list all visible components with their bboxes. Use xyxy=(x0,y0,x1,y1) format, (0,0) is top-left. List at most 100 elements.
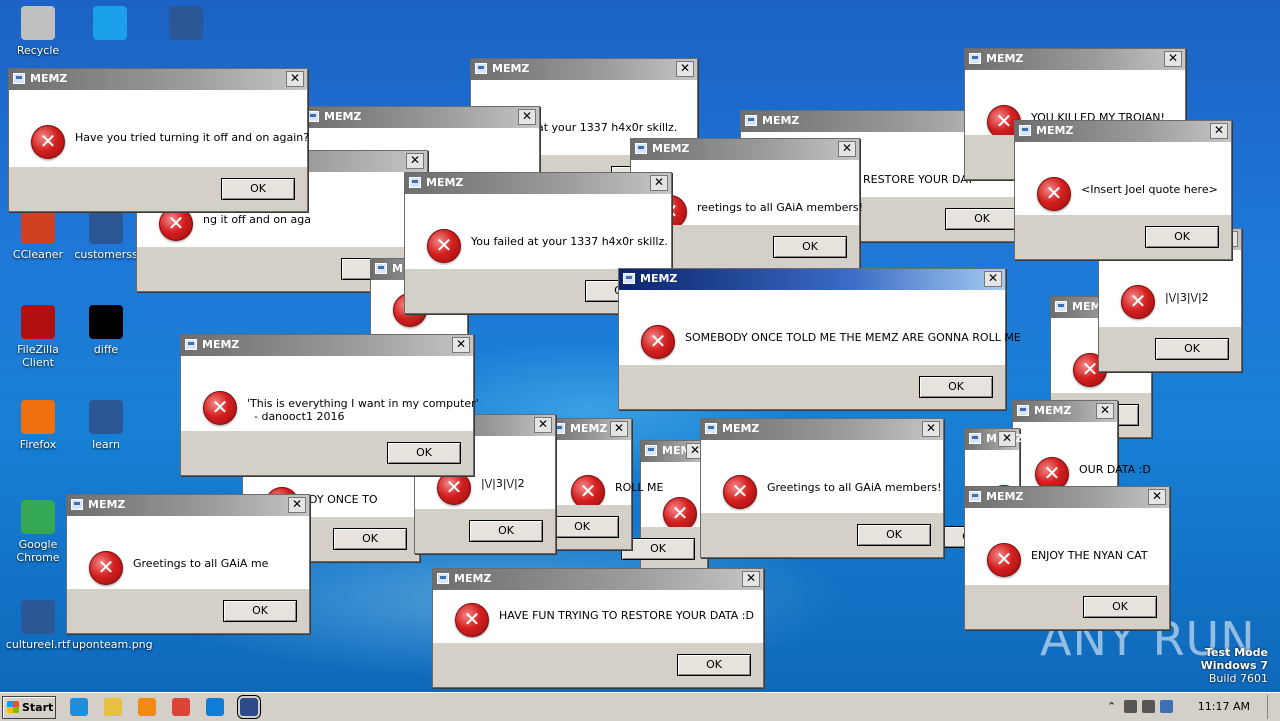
dialog-message: SOMEBODY ONCE TOLD ME THE MEMZ ARE GONNA… xyxy=(685,331,1021,344)
close-icon[interactable]: ✕ xyxy=(1148,489,1166,505)
close-icon[interactable]: ✕ xyxy=(286,71,304,87)
dialog-titlebar[interactable]: MEMZ✕ xyxy=(641,441,707,462)
ok-button[interactable]: OK xyxy=(1155,338,1229,360)
close-icon[interactable]: ✕ xyxy=(534,417,552,433)
ok-button[interactable]: OK xyxy=(945,208,1019,230)
desktop-icon[interactable] xyxy=(72,6,148,44)
close-icon[interactable]: ✕ xyxy=(742,571,760,587)
show-hidden-icon[interactable]: ⌃ xyxy=(1107,700,1120,713)
desktop-icon[interactable]: Google Chrome xyxy=(0,500,76,564)
dialog-titlebar[interactable]: MEMZ✕ xyxy=(405,173,671,194)
memz-dialog[interactable]: MEMZ ✕ ✕ 'This is everything I want in my c… xyxy=(180,334,479,476)
ok-button[interactable]: OK xyxy=(1145,226,1219,248)
memz-dialog[interactable]: MEMZ ✕ ✕ ENJOY THE NYAN CAT OK xyxy=(964,486,1170,630)
memz-dialog[interactable]: MEMZ ✕ ✕ Greetings to all GAiA members! OK xyxy=(700,418,944,558)
dialog-titlebar[interactable]: MEMZ✕ xyxy=(181,335,473,356)
media-icon[interactable] xyxy=(138,698,156,716)
ok-button[interactable]: OK xyxy=(469,520,543,542)
close-icon[interactable]: ✕ xyxy=(288,497,306,513)
dialog-titlebar[interactable]: MEMZ✕ xyxy=(965,487,1169,508)
dialog-footer: OK xyxy=(621,527,707,571)
app-icon xyxy=(409,177,421,188)
close-icon[interactable]: ✕ xyxy=(984,271,1002,287)
desktop-icon[interactable]: Firefox xyxy=(0,400,76,451)
close-icon[interactable]: ✕ xyxy=(650,175,668,191)
dialog-footer: OK xyxy=(619,365,1005,409)
desktop-icon[interactable]: cultureel.rtf xyxy=(0,600,76,651)
close-icon[interactable]: ✕ xyxy=(1164,51,1182,67)
desktop-icon[interactable]: diffe xyxy=(68,305,144,356)
flag-icon[interactable] xyxy=(1124,700,1137,713)
edge-icon[interactable] xyxy=(206,698,224,716)
dialog-titlebar[interactable]: MEMZ✕ xyxy=(1015,121,1231,142)
memz-dialog[interactable]: MEMZ✕✕TIME xD OK xyxy=(621,440,752,572)
app-icon xyxy=(969,433,981,444)
chrome-icon[interactable] xyxy=(172,698,190,716)
close-icon[interactable]: ✕ xyxy=(838,141,856,157)
ok-button[interactable]: OK xyxy=(919,376,993,398)
memz-dialog[interactable]: MEMZ ✕ ✕ Greetings to all GAiA me OK xyxy=(66,494,310,634)
ok-button[interactable]: OK xyxy=(221,178,295,200)
ok-button[interactable]: OK xyxy=(223,600,297,622)
memz-dialog[interactable]: MEMZ ✕ ✕ <Insert Joel quote here> OK xyxy=(1014,120,1232,260)
dialog-titlebar[interactable]: MEMZ✕ xyxy=(965,49,1185,70)
dialog-titlebar[interactable]: MEMZ ✕ xyxy=(619,269,1005,290)
ok-button[interactable]: OK xyxy=(677,654,751,676)
error-icon: ✕ xyxy=(455,603,489,637)
dialog-titlebar[interactable]: MEMZ✕ xyxy=(1013,401,1117,422)
windows-logo-icon xyxy=(7,701,19,713)
desktop-icon[interactable]: customerss xyxy=(68,210,144,261)
dialog-titlebar[interactable]: MEMZ✕ xyxy=(471,59,697,80)
close-icon[interactable]: ✕ xyxy=(610,421,628,437)
memz-dialog[interactable]: MEMZ ✕ ✕ Have you tried turning it off and … xyxy=(8,68,309,212)
ok-button[interactable]: OK xyxy=(773,236,847,258)
desktop-icon[interactable]: FileZilla Client xyxy=(0,305,76,369)
dialog-body: ✕ Greetings to all GAiA members! xyxy=(701,441,943,513)
dialog-titlebar[interactable]: MEMZ✕ xyxy=(965,429,1023,450)
explorer-icon[interactable] xyxy=(104,698,122,716)
dialog-titlebar[interactable]: MEMZ✕ xyxy=(9,69,307,90)
desktop-icon[interactable]: learn xyxy=(68,400,144,451)
dialog-titlebar[interactable]: MEMZ✕ xyxy=(433,569,763,590)
memz-icon[interactable] xyxy=(237,695,261,719)
close-icon[interactable]: ✕ xyxy=(676,61,694,77)
test-mode-label: Test Mode xyxy=(1205,646,1268,659)
desktop-icon[interactable]: CCleaner xyxy=(0,210,76,261)
dialog-titlebar[interactable]: MEMZ✕ xyxy=(631,139,859,160)
close-icon[interactable]: ✕ xyxy=(406,153,424,169)
memz-dialog[interactable]: MEMZ ✕ ✕ SOMEBODY ONCE TOLD ME THE MEMZ ARE… xyxy=(618,268,1021,410)
close-icon[interactable]: ✕ xyxy=(1096,403,1114,419)
memz-dialog[interactable]: MEMZ ✕ ✕ ROLL ME OK xyxy=(545,418,664,550)
dialog-message: ROLL ME xyxy=(615,481,664,494)
close-icon[interactable]: ✕ xyxy=(998,431,1016,447)
ie-icon[interactable] xyxy=(70,698,88,716)
dialog-footer: OK xyxy=(701,513,943,557)
dialog-title: MEMZ xyxy=(640,272,678,285)
clock[interactable]: 11:17 AM xyxy=(1198,700,1250,713)
close-icon[interactable]: ✕ xyxy=(518,109,536,125)
dialog-body: ✕ You failed at your 1337 h4x0r skillz. xyxy=(405,195,671,269)
memz-dialog[interactable]: MEMZ ✕ ✕ HAVE FUN TRYING TO RESTORE YOUR DA… xyxy=(432,568,764,688)
error-icon: ✕ xyxy=(89,551,123,585)
dialog-titlebar[interactable]: MEMZ✕ xyxy=(67,495,309,516)
desktop-icon[interactable]: Recycle xyxy=(0,6,76,57)
ok-button[interactable]: OK xyxy=(857,524,931,546)
dialog-titlebar[interactable]: MEMZ✕ xyxy=(701,419,943,440)
app-icon xyxy=(475,63,487,74)
start-button[interactable]: Start xyxy=(2,696,56,719)
ok-button[interactable]: OK xyxy=(621,538,695,560)
action-center-icon[interactable] xyxy=(1160,700,1173,713)
show-desktop-button[interactable] xyxy=(1267,695,1280,719)
ok-button[interactable]: OK xyxy=(1083,596,1157,618)
close-icon[interactable]: ✕ xyxy=(452,337,470,353)
error-icon: ✕ xyxy=(31,125,65,159)
close-icon[interactable]: ✕ xyxy=(922,421,940,437)
close-icon[interactable]: ✕ xyxy=(1210,123,1228,139)
ok-button[interactable]: OK xyxy=(545,516,619,538)
ok-button[interactable]: OK xyxy=(387,442,461,464)
dialog-titlebar[interactable]: MEMZ✕ xyxy=(549,419,631,440)
dialog-titlebar[interactable]: MEMZ✕ xyxy=(303,107,539,128)
ok-button[interactable]: OK xyxy=(333,528,407,550)
desktop-icon[interactable] xyxy=(148,6,224,44)
network-icon[interactable] xyxy=(1142,700,1155,713)
